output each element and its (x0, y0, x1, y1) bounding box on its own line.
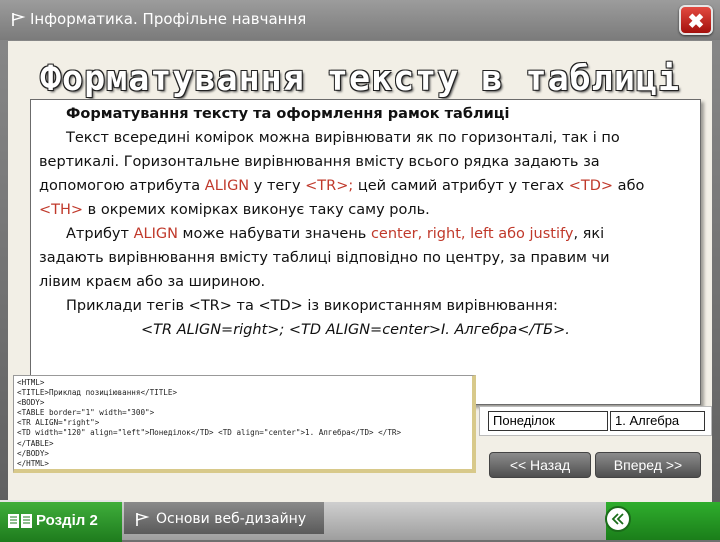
code-line: </HTML> (17, 458, 50, 468)
text-run: у тегу (249, 178, 306, 194)
paragraph-1-line-1: Текст всередині комірок можна вирівнюват… (66, 130, 620, 146)
chevron-left-icon-graphic (611, 513, 624, 525)
subheading: Форматування тексту та оформлення рамок … (66, 106, 510, 122)
paragraph-3: Приклади тегів <TR> та <TD> із використа… (66, 298, 558, 314)
content-textbox: Форматування тексту та оформлення рамок … (30, 99, 701, 405)
close-icon: ✖ (687, 11, 705, 33)
topic-label: Основи веб-дизайну (156, 511, 307, 527)
back-button[interactable]: << Назад (489, 452, 591, 478)
code-listing: <HTML> <TITLE>Приклад позиціювання</TITL… (13, 375, 476, 473)
code-line: <HTML> (17, 378, 45, 387)
keyword: center, right, left або justify (370, 226, 574, 242)
code-line: <TITLE>Приклад позиціювання</TITLE> (17, 388, 178, 398)
table-cell-subject: 1. Алгебра (610, 411, 705, 431)
forward-button[interactable]: Вперед >> (595, 452, 701, 478)
text-run: , які (573, 226, 605, 242)
paragraph-1-line-4: <TH> в окремих комірках виконує таку сам… (39, 202, 710, 218)
text-run: допомогою атрибута (39, 178, 205, 194)
paragraph-2-line-1: Атрибут ALIGN може набувати значень cent… (66, 226, 720, 242)
paragraph-1-line-2: вертикалі. Горизонтальне вирівнювання вм… (39, 154, 600, 170)
table-preview: Понеділок 1. Алгебра (479, 406, 712, 436)
code-line: <BODY> (17, 398, 45, 408)
text-run: або (613, 178, 645, 194)
text-run: в окремих комірках виконує таку саму рол… (83, 202, 430, 218)
keyword: <TD> (568, 178, 614, 194)
code-line: </TABLE> (17, 438, 54, 448)
flag-icon (12, 13, 26, 26)
slide-area: Форматування тексту в таблиці Форматуван… (8, 41, 712, 502)
section-tab[interactable]: Розділ 2 (0, 500, 122, 542)
topic-tab[interactable]: Основи веб-дизайну (124, 502, 324, 534)
chevron-left-icon[interactable] (605, 506, 631, 532)
slide-heading: Форматування тексту в таблиці (39, 59, 681, 99)
code-line: <TD width="120" align="left">Понеділок</… (17, 428, 402, 438)
table-cell-day: Понеділок (488, 411, 608, 431)
keyword: <TR>; (305, 178, 354, 194)
keyword: <TH> (39, 202, 84, 218)
paragraph-2-line-2: задають вирівнювання вмісту таблиці відп… (39, 250, 610, 266)
code-line: </BODY> (17, 448, 50, 458)
title-bar: Інформатика. Профільне навчання ✖ (0, 0, 720, 40)
section-label: Розділ 2 (36, 512, 98, 529)
flag-icon (136, 513, 150, 526)
book-icon (8, 514, 32, 528)
text-run: цей самий атрибут у тегах (353, 178, 569, 194)
paragraph-2-line-3: лівим краєм або за шириною. (39, 274, 266, 290)
code-line: <TR ALIGN="right"> (17, 418, 100, 428)
text-run: може набувати значень (177, 226, 371, 242)
keyword: ALIGN (133, 226, 178, 242)
code-line: <TABLE border="1" width="300"> (17, 408, 155, 418)
close-button[interactable]: ✖ (679, 5, 713, 35)
example-code: <TR ALIGN=right>; <TD ALIGN=center>І. Ал… (141, 322, 570, 338)
text-run: Атрибут (66, 226, 134, 242)
window-title: Інформатика. Профільне навчання (30, 10, 307, 28)
keyword: ALIGN (204, 178, 250, 194)
paragraph-1-line-3: допомогою атрибута ALIGN у тегу <TR>; це… (39, 178, 710, 194)
